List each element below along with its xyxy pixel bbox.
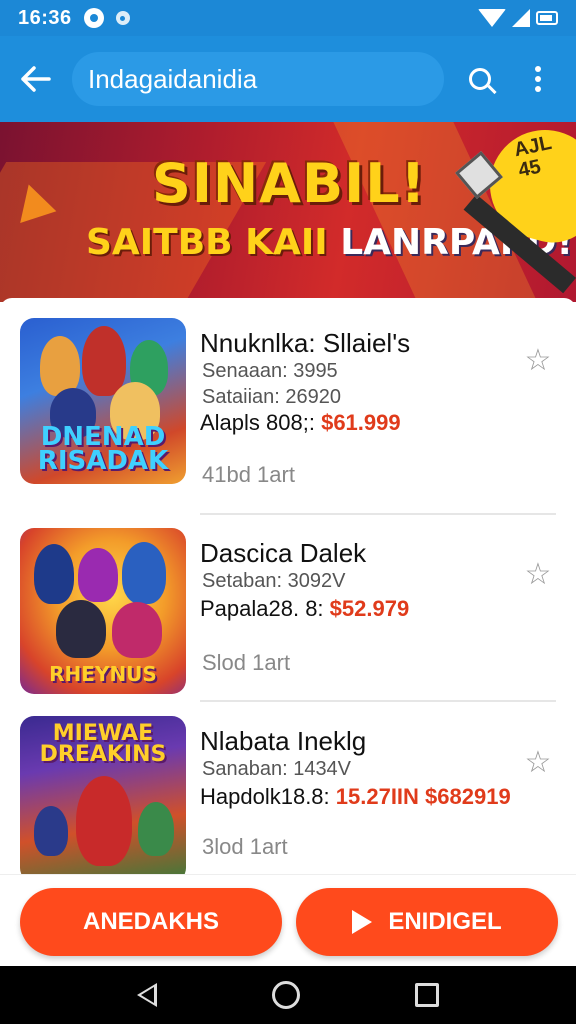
game-thumbnail: DNENAD RISADAK <box>20 318 186 484</box>
price-label: Hapdolk18.8: <box>200 784 336 809</box>
status-time: 16:36 <box>18 6 72 29</box>
app-bar: Indagaidanidia <box>0 36 576 122</box>
signal-icon <box>512 9 530 27</box>
promo-banner[interactable]: SINABIL! SAITBB KAII LANRPAIID! AJL 45 <box>0 122 576 302</box>
item-meta: Sataiian: 26920 <box>202 386 342 408</box>
more-vert-icon[interactable] <box>516 57 560 101</box>
search-icon[interactable] <box>458 57 502 101</box>
item-title: Dascica Dalek <box>200 538 367 568</box>
banner-subtitle-part1: SAITBB KAII <box>86 222 341 263</box>
bottom-actions: ANEDAKHS ENIDIGEL <box>0 874 576 966</box>
game-thumbnail: RHEYNUS <box>20 528 186 694</box>
item-footnote: Slod 1art <box>202 650 291 675</box>
list-item[interactable]: MIEWAE DREAKINS Nlabata Ineklg Sanaban: 1… <box>0 696 576 874</box>
price-value: $52.979 <box>329 596 410 621</box>
notification-dot-icon <box>83 8 104 28</box>
item-meta: Senaaan: 3995 <box>202 360 338 382</box>
item-meta: Sanaban: 1434V <box>202 758 352 780</box>
item-price-line: Papala28. 8: $52.979 <box>200 596 409 622</box>
thumbnail-title: DNENAD RISADAK <box>37 421 169 477</box>
battery-icon <box>536 11 558 25</box>
item-price-line: Hapdolk18.8: 15.27IIN $682919 <box>200 784 511 810</box>
system-nav-bar <box>0 966 576 1024</box>
star-icon[interactable]: ☆ <box>523 560 553 590</box>
anedakhs-button[interactable]: ANEDAKHS <box>20 888 282 956</box>
price-value: 15.27IIN $682919 <box>335 784 511 809</box>
game-thumbnail: MIEWAE DREAKINS <box>20 716 186 874</box>
thumbnail-title: RHEYNUS <box>49 662 157 686</box>
star-icon[interactable]: ☆ <box>523 748 553 778</box>
item-title: Nlabata Ineklg <box>200 726 367 756</box>
item-footnote: 41bd 1art <box>202 462 295 487</box>
nav-home-icon[interactable] <box>271 981 300 1009</box>
item-price-line: Alapls 808;: $61.999 <box>200 410 401 436</box>
banner-title: SINABIL! <box>152 152 427 215</box>
game-list: DNENAD RISADAK Nnuknlka: Sllaiel's Senaaa… <box>0 298 576 874</box>
anedakhs-button-label: ANEDAKHS <box>82 908 219 935</box>
price-value: $61.999 <box>321 410 401 435</box>
thumbnail-title: MIEWAE DREAKINS <box>39 721 167 767</box>
back-arrow-icon[interactable] <box>14 57 58 101</box>
nav-recents-icon[interactable] <box>414 983 439 1007</box>
play-icon <box>352 910 373 934</box>
search-input[interactable]: Indagaidanidia <box>72 52 444 106</box>
item-meta: Setaban: 3092V <box>202 570 346 592</box>
price-label: Alapls 808;: <box>200 410 322 435</box>
price-label: Papala28. 8: <box>200 596 330 621</box>
status-bar: 16:36 <box>0 0 576 36</box>
star-icon[interactable]: ☆ <box>523 346 553 376</box>
notification-dot-icon <box>115 11 130 25</box>
wifi-icon <box>478 9 506 27</box>
nav-back-icon[interactable] <box>137 983 158 1007</box>
list-item[interactable]: DNENAD RISADAK Nnuknlka: Sllaiel's Senaaa… <box>0 298 576 515</box>
item-footnote: 3lod 1art <box>202 834 288 859</box>
list-item[interactable]: RHEYNUS Dascica Dalek Setaban: 3092V Pap… <box>0 508 576 702</box>
item-title: Nnuknlka: Sllaiel's <box>200 328 411 358</box>
play-button[interactable]: ENIDIGEL <box>296 888 558 956</box>
search-input-value: Indagaidanidia <box>88 63 258 94</box>
play-button-label: ENIDIGEL <box>388 908 502 935</box>
